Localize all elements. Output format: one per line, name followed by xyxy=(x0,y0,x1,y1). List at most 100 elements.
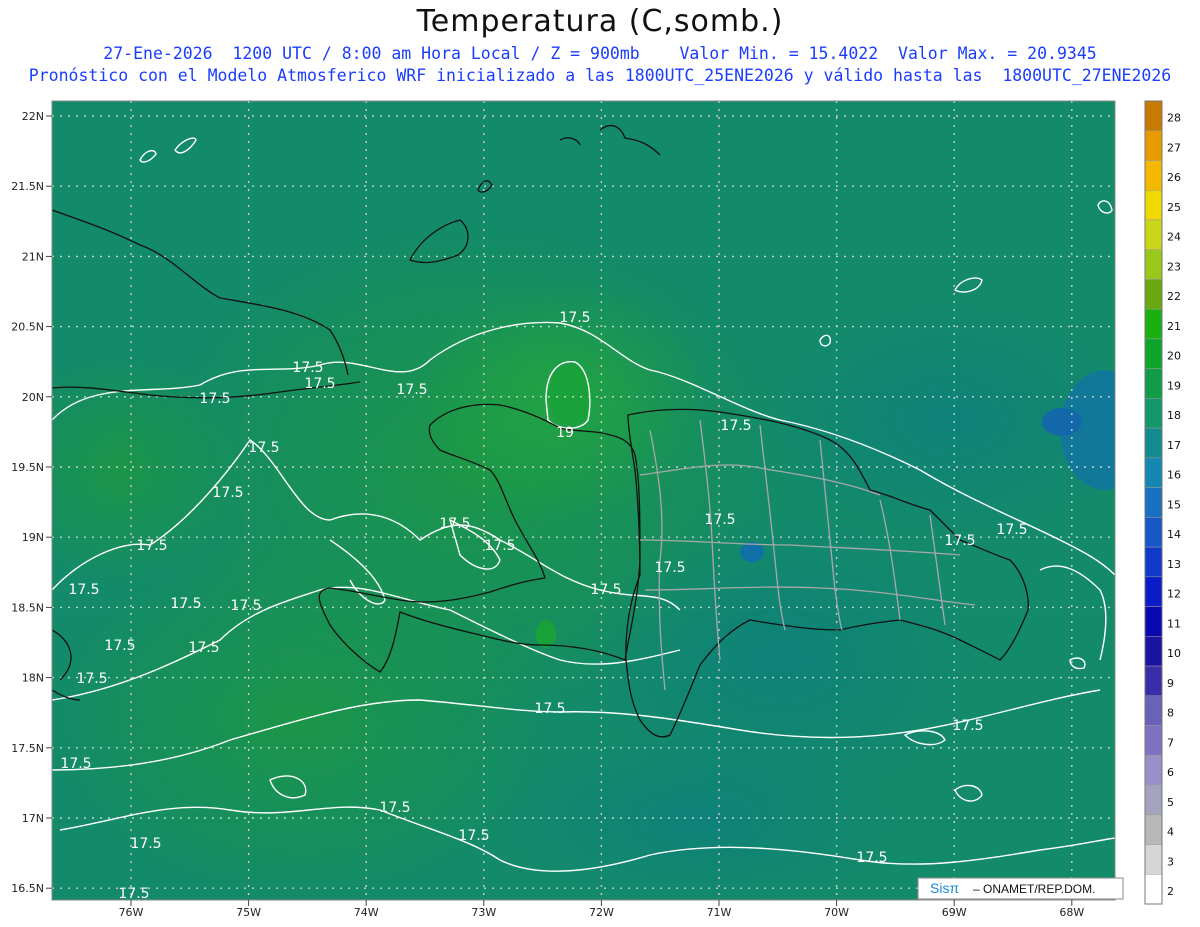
lon-tick-label: 74W xyxy=(354,906,379,919)
lat-tick-label: 19N xyxy=(22,531,44,544)
lon-tick-label: 72W xyxy=(589,906,614,919)
contour-label: 17.5 xyxy=(60,756,91,772)
lon-tick-label: 71W xyxy=(707,906,732,919)
colorbar-label: 20 xyxy=(1167,350,1181,363)
contour-label: 17.5 xyxy=(304,376,335,392)
colorbar-label: 15 xyxy=(1167,498,1181,511)
latitude-axis: 22N 21.5N 21N 20.5N 20N 19.5N 19N 18.5N 18N 17.5N… xyxy=(11,110,52,895)
lon-tick-label: 69W xyxy=(942,906,967,919)
colorbar-swatch xyxy=(1144,427,1163,459)
colorbar-label: 28 xyxy=(1167,112,1181,125)
contour-label: 17.5 xyxy=(952,718,983,734)
contour-label: 17.5 xyxy=(136,538,167,554)
colorbar-swatch xyxy=(1144,546,1163,578)
credit-box: Sisπ – ONAMET/REP.DOM. xyxy=(917,877,1124,900)
contour-label: 17.5 xyxy=(230,598,261,614)
contour-label: 17.5 xyxy=(484,538,515,554)
colorbar-swatch xyxy=(1144,249,1163,280)
colorbar-swatch xyxy=(1144,844,1163,875)
temperature-colorbar: 2827262524232221201918171615141312111098… xyxy=(1144,100,1181,905)
colorbar-label: 26 xyxy=(1167,171,1181,184)
temperature-map: 17.5 17.5 17.5 17.5 17.5 17.5 17.5 17.5 17.5 17.5… xyxy=(11,100,1181,919)
contour-label: 17.5 xyxy=(439,516,470,532)
longitude-axis: 76W 75W 74W 73W 72W 71W 70W 69W 68W xyxy=(119,900,1084,919)
lat-tick-label: 16.5N xyxy=(11,882,44,895)
contour-label: 17.5 xyxy=(654,560,685,576)
colorbar-label: 11 xyxy=(1167,617,1181,630)
contour-label: 17.5 xyxy=(720,418,751,434)
contour-label: 17.5 xyxy=(944,533,975,549)
contour-label: 17.5 xyxy=(996,522,1027,538)
colorbar-label: 10 xyxy=(1167,647,1181,660)
contour-label: 17.5 xyxy=(292,360,323,376)
colorbar-swatch xyxy=(1144,487,1163,518)
colorbar-label: 9 xyxy=(1167,677,1174,690)
lat-tick-label: 19.5N xyxy=(11,461,44,474)
colorbar-swatch xyxy=(1144,874,1163,905)
contour-label: 17.5 xyxy=(396,382,427,398)
colorbar-label: 4 xyxy=(1167,826,1174,839)
contour-label: 19 xyxy=(556,425,574,441)
colorbar-label: 27 xyxy=(1167,141,1181,154)
colorbar-label: 5 xyxy=(1167,796,1174,809)
temperature-field: 17.5 17.5 17.5 17.5 17.5 17.5 17.5 17.5 17.5 17.5… xyxy=(52,101,1115,900)
contour-label: 17.5 xyxy=(559,310,590,326)
contour-label: 17.5 xyxy=(188,640,219,656)
colorbar-swatch xyxy=(1144,100,1163,131)
lon-tick-label: 75W xyxy=(236,906,261,919)
contour-label: 17.5 xyxy=(704,512,735,528)
lat-tick-label: 17N xyxy=(22,812,44,825)
contour-label: 17.5 xyxy=(68,582,99,598)
colorbar-label: 21 xyxy=(1167,320,1181,333)
colorbar-swatch xyxy=(1144,636,1163,667)
colorbar-label: 13 xyxy=(1167,558,1181,571)
contour-label: 17.5 xyxy=(248,440,279,456)
colorbar-swatch xyxy=(1144,219,1163,250)
colorbar-label: 16 xyxy=(1167,469,1181,482)
contour-label: 17.5 xyxy=(199,391,230,407)
colorbar-swatch xyxy=(1144,338,1163,369)
colorbar-swatch xyxy=(1144,695,1163,726)
colorbar-label: 25 xyxy=(1167,201,1181,214)
colorbar-swatch xyxy=(1144,814,1163,845)
lat-tick-label: 21.5N xyxy=(11,180,44,193)
colorbar-swatch xyxy=(1144,398,1163,429)
contour-label: 17.5 xyxy=(130,836,161,852)
colorbar-label: 23 xyxy=(1167,260,1181,273)
lat-tick-label: 22N xyxy=(22,110,44,123)
lon-tick-label: 70W xyxy=(824,906,849,919)
contour-label: 17.5 xyxy=(590,582,621,598)
lat-tick-label: 18N xyxy=(22,672,44,685)
colorbar-label: 6 xyxy=(1167,766,1174,779)
colorbar-swatch xyxy=(1144,665,1163,697)
colorbar-label: 19 xyxy=(1167,379,1181,392)
colorbar-swatch xyxy=(1144,784,1163,816)
lat-tick-label: 17.5N xyxy=(11,742,44,755)
lat-tick-label: 20.5N xyxy=(11,321,44,334)
contour-label: 17.5 xyxy=(76,671,107,687)
contour-label: 17.5 xyxy=(104,638,135,654)
colorbar-label: 8 xyxy=(1167,707,1174,720)
contour-label: 17.5 xyxy=(856,850,887,866)
contour-label: 17.5 xyxy=(212,485,243,501)
colorbar-label: 22 xyxy=(1167,290,1181,303)
contour-label: 17.5 xyxy=(170,596,201,612)
colorbar-swatch xyxy=(1144,457,1163,488)
colorbar-swatch xyxy=(1144,576,1163,607)
colorbar-swatch xyxy=(1144,606,1163,637)
lat-tick-label: 18.5N xyxy=(11,601,44,614)
lon-tick-label: 76W xyxy=(119,906,144,919)
colorbar-label: 3 xyxy=(1167,855,1174,868)
contour-label: 17.5 xyxy=(379,800,410,816)
colorbar-label: 2 xyxy=(1167,885,1174,898)
colorbar-label: 17 xyxy=(1167,439,1181,452)
credit-text: – ONAMET/REP.DOM. xyxy=(973,882,1095,896)
contour-label: 17.5 xyxy=(458,828,489,844)
credit-brand: Sisπ xyxy=(930,880,959,896)
colorbar-swatch xyxy=(1144,725,1163,756)
colorbar-swatch xyxy=(1144,308,1163,340)
colorbar-label: 7 xyxy=(1167,736,1174,749)
colorbar-label: 12 xyxy=(1167,588,1181,601)
lat-tick-label: 21N xyxy=(22,250,44,263)
colorbar-swatch xyxy=(1144,160,1163,191)
